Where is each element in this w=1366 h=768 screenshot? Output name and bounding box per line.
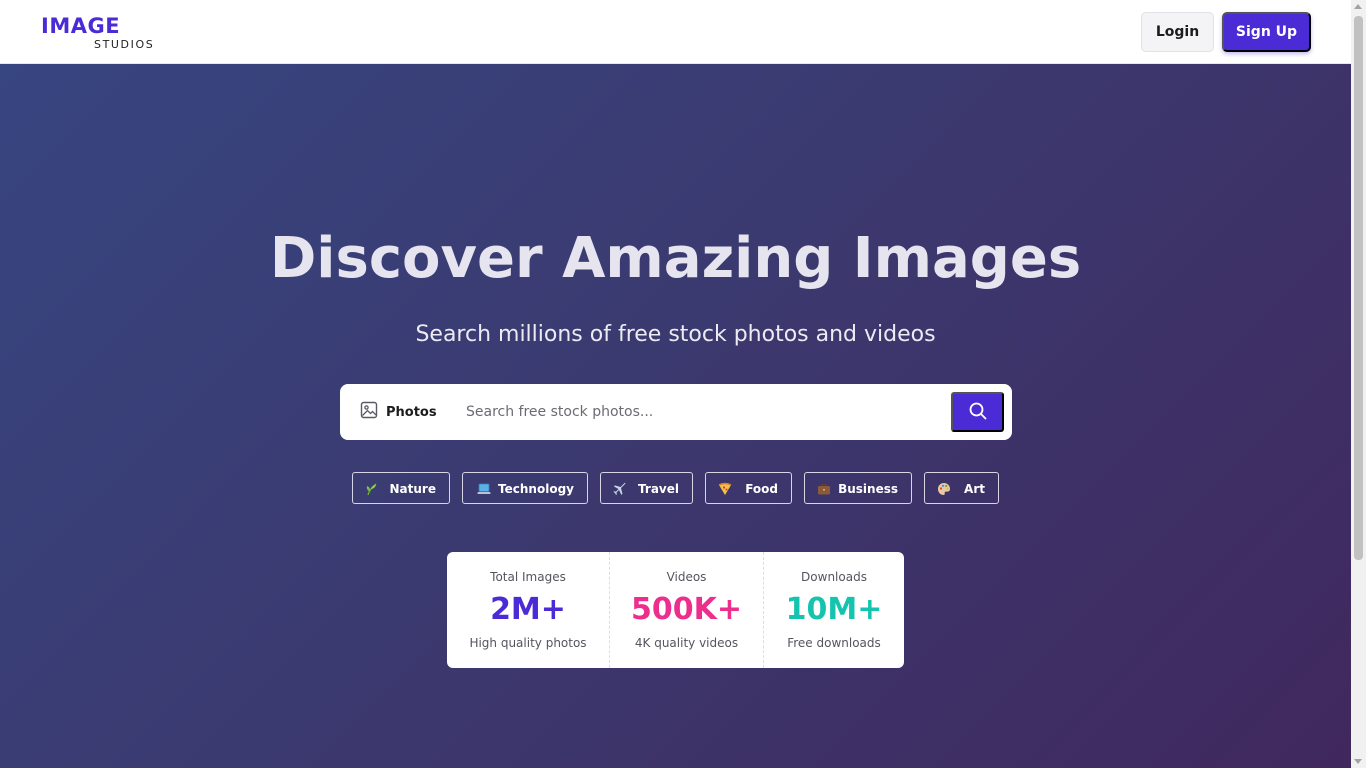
hero-section: Discover Amazing Images Search millions … bbox=[0, 64, 1351, 768]
logo-tagline: STUDIOS bbox=[94, 38, 155, 51]
briefcase-icon bbox=[817, 482, 831, 496]
search-icon bbox=[968, 401, 988, 424]
stat-total-images: Total Images 2M+ High quality photos bbox=[447, 552, 609, 668]
signup-button[interactable]: Sign Up bbox=[1222, 12, 1311, 52]
logo-text: IMAGE bbox=[41, 14, 121, 38]
stat-desc: High quality photos bbox=[469, 636, 587, 650]
category-label: Art bbox=[964, 482, 985, 496]
category-tag-technology[interactable]: Technology bbox=[462, 472, 588, 504]
category-tag-food[interactable]: Food bbox=[705, 472, 792, 504]
stat-value: 10M+ bbox=[785, 592, 883, 627]
stat-value: 2M+ bbox=[490, 592, 566, 627]
category-label: Technology bbox=[498, 482, 574, 496]
category-tag-nature[interactable]: Nature bbox=[352, 472, 450, 504]
stat-desc: 4K quality videos bbox=[634, 636, 739, 650]
airplane-icon bbox=[613, 482, 627, 496]
category-tag-travel[interactable]: Travel bbox=[600, 472, 693, 504]
category-label: Food bbox=[745, 482, 778, 496]
stat-downloads: Downloads 10M+ Free downloads bbox=[763, 552, 904, 668]
stat-videos: Videos 500K+ 4K quality videos bbox=[609, 552, 763, 668]
stat-value: 500K+ bbox=[630, 592, 742, 627]
search-button[interactable] bbox=[951, 392, 1004, 432]
login-button[interactable]: Login bbox=[1141, 12, 1214, 52]
logo[interactable]: IMAGE STUDIOS bbox=[41, 14, 153, 51]
palette-icon bbox=[937, 482, 951, 496]
hero-subtitle: Search millions of free stock photos and… bbox=[415, 322, 936, 347]
scrollbar[interactable] bbox=[1351, 0, 1366, 768]
category-label: Business bbox=[838, 482, 898, 496]
category-tag-business[interactable]: Business bbox=[804, 472, 912, 504]
scrollbar-thumb[interactable] bbox=[1354, 16, 1363, 560]
search-input[interactable] bbox=[453, 392, 951, 432]
search-type-label: Photos bbox=[386, 404, 437, 420]
category-label: Nature bbox=[389, 482, 436, 496]
scroll-down-arrow-icon[interactable] bbox=[1354, 759, 1362, 764]
search-bar: Photos bbox=[340, 384, 1012, 440]
scroll-up-arrow-icon[interactable] bbox=[1354, 4, 1362, 9]
search-type-selector[interactable]: Photos bbox=[360, 384, 437, 440]
stat-label: Videos bbox=[666, 570, 707, 584]
category-label: Travel bbox=[638, 482, 679, 496]
navbar: IMAGE STUDIOS Login Sign Up bbox=[0, 0, 1351, 64]
stat-label: Downloads bbox=[801, 570, 867, 584]
stat-desc: Free downloads bbox=[787, 636, 881, 650]
stat-label: Total Images bbox=[490, 570, 566, 584]
pizza-icon bbox=[718, 482, 732, 496]
category-tag-art[interactable]: Art bbox=[924, 472, 999, 504]
laptop-icon bbox=[477, 482, 491, 496]
image-icon bbox=[360, 401, 378, 423]
hero-title: Discover Amazing Images bbox=[269, 226, 1082, 291]
stats-card: Total Images 2M+ High quality photos Vid… bbox=[447, 552, 904, 668]
herb-icon bbox=[365, 482, 379, 496]
